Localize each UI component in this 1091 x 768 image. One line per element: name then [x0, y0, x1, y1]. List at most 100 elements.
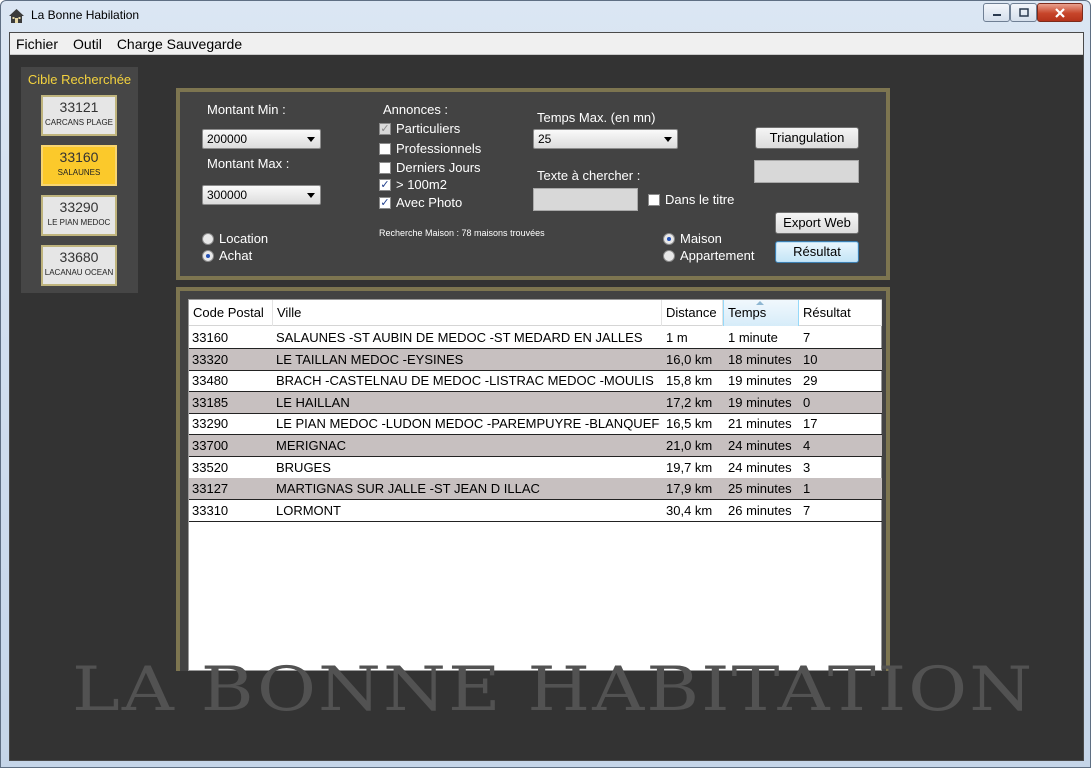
menu-outil[interactable]: Outil: [73, 36, 102, 52]
cell-temps: 24 minutes: [728, 438, 792, 453]
checkbox-empty-icon: [648, 193, 660, 206]
menu-bar: Fichier Outil Charge Sauvegarde: [10, 33, 1083, 55]
appartement-radio[interactable]: Appartement: [663, 248, 754, 263]
table-row[interactable]: 33290 LE PIAN MEDOC -LUDON MEDOC -PAREMPU…: [189, 413, 882, 436]
avec-photo-checkbox[interactable]: ✓ Avec Photo: [379, 195, 462, 210]
table-row[interactable]: 33127 MARTIGNAS SUR JALLE -ST JEAN D ILLA…: [189, 478, 882, 501]
export-web-button[interactable]: Export Web: [775, 212, 859, 234]
temps-max-select[interactable]: 25: [533, 129, 678, 149]
column-header-temps[interactable]: Temps: [723, 300, 799, 326]
cell-code-postal: 33127: [192, 481, 229, 497]
particuliers-label: Particuliers: [396, 121, 461, 136]
cible-card[interactable]: 33121 CARCANS PLAGE: [41, 95, 117, 136]
cell-temps: 18 minutes: [728, 351, 792, 367]
cell-temps: 21 minutes: [728, 416, 792, 432]
cell-temps: 25 minutes: [728, 481, 792, 497]
cell-resultat: 1: [803, 481, 811, 497]
location-radio[interactable]: Location: [202, 231, 268, 246]
cell-ville: LORMONT: [276, 502, 341, 518]
achat-radio[interactable]: Achat: [202, 248, 252, 263]
menu-charge-sauvegarde[interactable]: Charge Sauvegarde: [117, 36, 242, 52]
results-table[interactable]: Code Postal Ville Distance Temps Résulta…: [188, 299, 882, 671]
cell-temps: 1 minute: [728, 330, 778, 345]
cell-code-postal: 33160: [192, 330, 229, 345]
annonces-label: Annonces :: [383, 102, 449, 117]
cell-code-postal: 33520: [192, 459, 229, 475]
cell-distance: 30,4 km: [666, 502, 713, 518]
close-button[interactable]: [1037, 3, 1083, 22]
cell-ville: LE TAILLAN MEDOC -EYSINES: [276, 351, 464, 367]
cell-ville: MERIGNAC: [276, 438, 347, 453]
cible-code: 33160: [59, 149, 99, 165]
montant-max-value: 300000: [207, 188, 248, 202]
table-row[interactable]: 33320 LE TAILLAN MEDOC -EYSINES 16,0 km 18 …: [189, 348, 882, 371]
triangulation-button[interactable]: Triangulation: [755, 127, 859, 149]
cell-distance: 16,0 km: [666, 351, 713, 367]
table-row[interactable]: 33520 BRUGES 19,7 km 24 minutes 3: [189, 457, 882, 479]
cell-resultat: 4: [803, 438, 811, 453]
appartement-label: Appartement: [680, 248, 755, 263]
search-form-panel: Montant Min : 200000 Montant Max : 30000…: [176, 88, 890, 280]
column-header-resultat[interactable]: Résultat: [799, 300, 882, 326]
cell-distance: 15,8 km: [666, 373, 713, 389]
chevron-down-icon: [307, 193, 315, 198]
location-label: Location: [219, 231, 269, 246]
cell-temps: 19 minutes: [728, 373, 792, 389]
checkbox-empty-icon: [379, 161, 391, 174]
title-bar[interactable]: La Bonne Habilation: [1, 1, 1090, 31]
cible-code: 33290: [59, 199, 99, 215]
table-row[interactable]: 33185 LE HAILLAN 17,2 km 19 minutes 0: [189, 391, 882, 414]
particuliers-checkbox[interactable]: ✓ Particuliers: [379, 121, 460, 136]
montant-min-select[interactable]: 200000: [202, 129, 321, 149]
resultat-button[interactable]: Résultat: [775, 241, 859, 263]
client-area: Fichier Outil Charge Sauvegarde Cible Re…: [9, 32, 1084, 761]
table-row[interactable]: 33480 BRACH -CASTELNAU DE MEDOC -LISTRAC …: [189, 370, 882, 393]
surface-checkbox[interactable]: ✓ > 100m2: [379, 177, 447, 192]
cell-code-postal: 33185: [192, 394, 229, 410]
cible-card-selected[interactable]: 33160 SALAUNES: [41, 145, 117, 186]
temps-max-label: Temps Max. (en mn): [537, 110, 656, 125]
maximize-button[interactable]: [1010, 3, 1037, 22]
cell-distance: 16,5 km: [666, 416, 713, 432]
triangulation-input[interactable]: [754, 160, 859, 183]
montant-min-value: 200000: [207, 132, 248, 146]
montant-min-label: Montant Min :: [207, 102, 286, 117]
professionnels-checkbox[interactable]: Professionnels: [379, 141, 481, 156]
cible-card[interactable]: 33290 LE PIAN MEDOC: [41, 195, 117, 236]
maison-label: Maison: [680, 231, 722, 246]
cible-card[interactable]: 33680 LACANAU OCEAN: [41, 245, 117, 286]
table-row[interactable]: 33310 LORMONT 30,4 km 26 minutes 7: [189, 500, 882, 522]
menu-fichier[interactable]: Fichier: [16, 36, 58, 52]
column-header-distance[interactable]: Distance: [662, 300, 723, 326]
derniers-jours-checkbox[interactable]: Derniers Jours: [379, 160, 481, 175]
texte-input[interactable]: [533, 188, 638, 211]
cible-panel: Cible Recherchée 33121 CARCANS PLAGE 331…: [21, 67, 138, 293]
table-row[interactable]: 33700 MERIGNAC 21,0 km 24 minutes 4: [189, 435, 882, 457]
cell-resultat: 10: [803, 351, 818, 367]
cell-code-postal: 33700: [192, 438, 229, 453]
table-row[interactable]: 33160 SALAUNES -ST AUBIN DE MEDOC -ST MED…: [189, 327, 882, 349]
texte-label: Texte à chercher :: [537, 168, 641, 183]
minimize-button[interactable]: [983, 3, 1010, 22]
professionnels-label: Professionnels: [396, 141, 482, 156]
cible-code: 33121: [59, 99, 99, 115]
cell-code-postal: 33310: [192, 502, 229, 518]
checkmark-icon: ✓: [379, 122, 391, 135]
cell-ville: BRACH -CASTELNAU DE MEDOC -LISTRAC MEDOC…: [276, 373, 654, 389]
cell-resultat: 7: [803, 330, 811, 345]
column-header-code-postal[interactable]: Code Postal: [189, 300, 273, 326]
cible-city: LE PIAN MEDOC: [47, 218, 111, 227]
cell-ville: BRUGES: [276, 459, 331, 475]
dans-le-titre-checkbox[interactable]: Dans le titre: [648, 192, 734, 207]
cell-temps: 26 minutes: [728, 502, 792, 518]
cell-resultat: 7: [803, 502, 811, 518]
radio-on-icon: [663, 232, 675, 245]
maison-radio[interactable]: Maison: [663, 231, 722, 246]
column-header-ville[interactable]: Ville: [273, 300, 662, 326]
chevron-down-icon: [307, 137, 315, 142]
montant-max-select[interactable]: 300000: [202, 185, 321, 205]
radio-off-icon: [202, 232, 214, 245]
cell-ville: LE HAILLAN: [276, 394, 350, 410]
checkbox-empty-icon: [379, 142, 391, 155]
cell-code-postal: 33480: [192, 373, 229, 389]
